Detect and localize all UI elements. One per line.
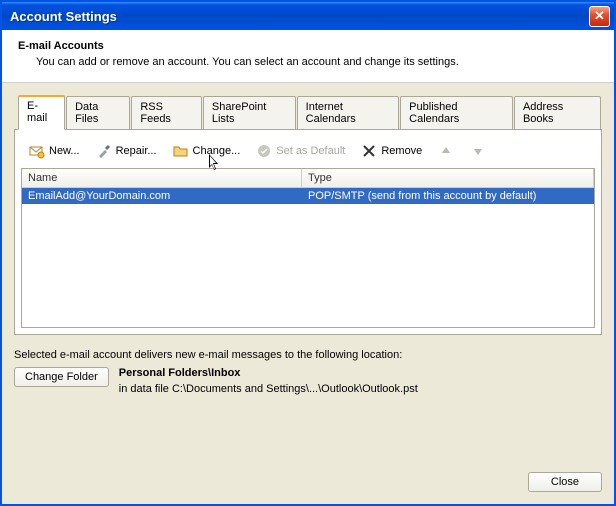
repair-button[interactable]: Repair... <box>90 140 163 162</box>
delivery-section: Selected e-mail account delivers new e-m… <box>14 349 602 395</box>
account-type-cell: POP/SMTP (send from this account by defa… <box>302 188 594 204</box>
close-button[interactable]: Close <box>528 472 602 492</box>
header-subtext: You can add or remove an account. You ca… <box>36 56 598 68</box>
set-default-label: Set as Default <box>276 145 345 157</box>
new-button[interactable]: New... <box>23 140 86 162</box>
tab-data-files[interactable]: Data Files <box>66 96 130 130</box>
window-close-button[interactable]: ✕ <box>589 6 610 27</box>
change-label: Change... <box>193 145 241 157</box>
data-file-path: in data file C:\Documents and Settings\.… <box>119 383 418 395</box>
remove-label: Remove <box>381 145 422 157</box>
change-folder-button[interactable]: Change Folder <box>14 367 109 387</box>
folder-info: Personal Folders\Inbox in data file C:\D… <box>119 367 418 395</box>
set-default-button[interactable]: Set as Default <box>250 140 351 162</box>
tab-email[interactable]: E-mail <box>18 95 65 130</box>
content-area: E-mail Data Files RSS Feeds SharePoint L… <box>2 83 614 464</box>
tools-icon <box>96 143 112 159</box>
titlebar: Account Settings ✕ <box>2 2 614 30</box>
mail-new-icon <box>29 143 45 159</box>
column-header-type[interactable]: Type <box>302 169 594 187</box>
header-panel: E-mail Accounts You can add or remove an… <box>2 30 614 83</box>
header-heading: E-mail Accounts <box>18 40 598 52</box>
arrow-up-icon <box>438 143 454 159</box>
tab-label: SharePoint Lists <box>212 101 266 125</box>
tab-label: RSS Feeds <box>140 101 171 125</box>
tab-address-books[interactable]: Address Books <box>514 96 601 130</box>
close-icon: ✕ <box>594 8 605 24</box>
repair-label: Repair... <box>116 145 157 157</box>
new-label: New... <box>49 145 80 157</box>
check-circle-icon <box>256 143 272 159</box>
tab-label: E-mail <box>27 100 47 124</box>
remove-button[interactable]: Remove <box>355 140 428 162</box>
tab-published-calendars[interactable]: Published Calendars <box>400 96 513 130</box>
tab-label: Published Calendars <box>409 101 459 125</box>
tab-internet-calendars[interactable]: Internet Calendars <box>297 96 400 130</box>
listview-header: Name Type <box>22 169 594 188</box>
footer: Close <box>2 464 614 504</box>
change-button[interactable]: Change... <box>167 140 247 162</box>
column-header-name[interactable]: Name <box>22 169 302 187</box>
x-icon <box>361 143 377 159</box>
account-name-cell: EmailAdd@YourDomain.com <box>22 188 302 204</box>
move-down-button[interactable] <box>464 140 492 162</box>
accounts-listview[interactable]: Name Type EmailAdd@YourDomain.com POP/SM… <box>21 168 595 328</box>
tab-rss-feeds[interactable]: RSS Feeds <box>131 96 202 130</box>
folder-edit-icon <box>173 143 189 159</box>
toolbar: New... Repair... Change... <box>21 136 595 168</box>
folder-path: Personal Folders\Inbox <box>119 367 418 379</box>
tabstrip: E-mail Data Files RSS Feeds SharePoint L… <box>18 95 602 129</box>
tab-panel-email: New... Repair... Change... <box>14 129 602 335</box>
tab-label: Data Files <box>75 101 98 125</box>
arrow-down-icon <box>470 143 486 159</box>
tab-sharepoint-lists[interactable]: SharePoint Lists <box>203 96 296 130</box>
move-up-button[interactable] <box>432 140 460 162</box>
delivery-intro: Selected e-mail account delivers new e-m… <box>14 349 602 361</box>
account-row[interactable]: EmailAdd@YourDomain.com POP/SMTP (send f… <box>22 188 594 204</box>
tab-label: Address Books <box>523 101 563 125</box>
account-settings-window: Account Settings ✕ E-mail Accounts You c… <box>0 0 616 506</box>
tab-label: Internet Calendars <box>306 101 356 125</box>
window-title: Account Settings <box>10 9 589 24</box>
